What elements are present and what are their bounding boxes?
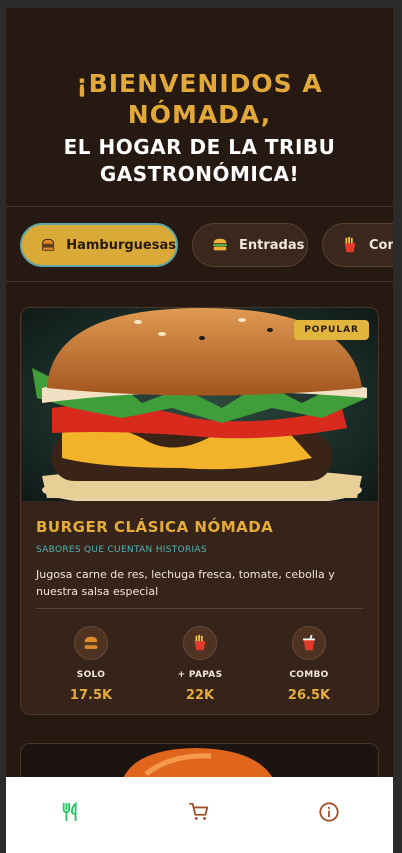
tab-label: Hamburguesas bbox=[66, 237, 176, 253]
tab-entradas[interactable]: Entradas bbox=[192, 223, 308, 267]
nav-menu-button[interactable] bbox=[56, 797, 86, 827]
option-combo[interactable]: COMBO 26.5K bbox=[264, 626, 354, 703]
welcome-subtitle: EL HOGAR DE LA TRIBU GASTRONÓMICA! bbox=[6, 134, 393, 188]
utensils-icon bbox=[62, 801, 77, 822]
product-name: BURGER CLÁSICA NÓMADA bbox=[36, 518, 274, 536]
tab-hamburguesas[interactable]: Hamburguesas bbox=[20, 223, 178, 267]
nav-cart-button[interactable] bbox=[184, 797, 214, 827]
option-price: 26.5K bbox=[287, 688, 331, 703]
cart-icon bbox=[188, 802, 209, 820]
option-icon-wrap bbox=[183, 626, 217, 660]
product-description: Jugosa carne de res, lechuga fresca, tom… bbox=[36, 568, 335, 598]
option-label: + PAPAS bbox=[177, 670, 223, 680]
product-card[interactable]: POPULAR BURGER CLÁSICA NÓMADA SABORES QU… bbox=[20, 307, 379, 715]
divider bbox=[36, 608, 363, 609]
tab-label: Entradas bbox=[239, 237, 305, 253]
fries-icon bbox=[344, 236, 356, 253]
price-options: SOLO 17.5K + PAPAS 22K COMBO 26.5K bbox=[21, 626, 378, 706]
category-tabs: Hamburguesas Entradas Com bbox=[6, 206, 393, 282]
option-price: 17.5K bbox=[69, 688, 113, 703]
option-solo[interactable]: SOLO 17.5K bbox=[46, 626, 136, 703]
app-screen: ¡BIENVENIDOS A NÓMADA, EL HOGAR DE LA TR… bbox=[6, 8, 393, 853]
nav-info-button[interactable] bbox=[314, 797, 344, 827]
drink-icon bbox=[303, 634, 315, 651]
option-price: 22K bbox=[185, 688, 215, 703]
option-label: SOLO bbox=[76, 670, 106, 680]
welcome-title: ¡BIENVENIDOS A NÓMADA, bbox=[6, 68, 393, 130]
tab-combos[interactable]: Com bbox=[322, 223, 393, 267]
option-label: COMBO bbox=[289, 670, 329, 680]
sandwich-icon bbox=[213, 238, 227, 251]
welcome-line-1: ¡BIENVENIDOS A NÓMADA, bbox=[76, 69, 323, 129]
welcome-line-2: EL HOGAR DE LA TRIBU GASTRONÓMICA! bbox=[63, 135, 336, 186]
bottom-nav bbox=[6, 777, 393, 853]
option-papas[interactable]: + PAPAS 22K bbox=[155, 626, 245, 703]
burger-icon bbox=[84, 636, 98, 649]
product-image: POPULAR bbox=[22, 308, 378, 501]
tab-label: Com bbox=[369, 237, 393, 253]
burger-icon bbox=[42, 238, 55, 251]
fries-icon bbox=[194, 634, 206, 651]
option-icon-wrap bbox=[74, 626, 108, 660]
product-tagline: SABORES QUE CUENTAN HISTORIAS bbox=[36, 545, 207, 555]
option-icon-wrap bbox=[292, 626, 326, 660]
welcome-header: ¡BIENVENIDOS A NÓMADA, EL HOGAR DE LA TR… bbox=[6, 8, 393, 206]
info-icon bbox=[319, 802, 339, 822]
popular-badge: POPULAR bbox=[294, 320, 369, 340]
